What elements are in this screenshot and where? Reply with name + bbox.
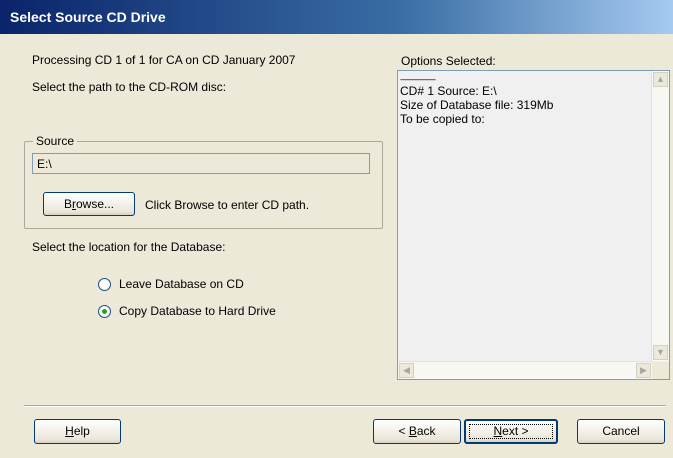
- options-line: Size of Database file: 319Mb: [400, 98, 554, 112]
- options-line: ---------------------: [400, 75, 436, 84]
- options-selected-label: Options Selected:: [401, 54, 496, 68]
- radio-selected-dot: [102, 309, 107, 314]
- copy-to-hard-drive-radio[interactable]: [98, 305, 111, 318]
- help-button[interactable]: Help: [34, 419, 121, 444]
- browse-label-part: owse...: [76, 197, 115, 211]
- horizontal-scrollbar[interactable]: ◀ ▶: [398, 361, 652, 379]
- source-path-field[interactable]: E:\: [32, 153, 370, 174]
- copy-to-hard-drive-label[interactable]: Copy Database to Hard Drive: [119, 304, 276, 318]
- database-prompt: Select the location for the Database:: [32, 240, 226, 254]
- title-bar: Select Source CD Drive: [0, 0, 673, 34]
- left-arrow-icon[interactable]: ◀: [399, 363, 414, 378]
- separator-line: [24, 405, 666, 407]
- window-title: Select Source CD Drive: [10, 9, 166, 25]
- help-mnemonic: H: [65, 424, 74, 438]
- leave-on-cd-radio[interactable]: [98, 278, 111, 291]
- leave-on-cd-label[interactable]: Leave Database on CD: [119, 277, 244, 291]
- source-group-label: Source: [33, 134, 78, 148]
- help-label: elp: [73, 424, 90, 438]
- options-selected-box[interactable]: --------------------- CD# 1 Source: E:\ …: [397, 70, 670, 380]
- cancel-button[interactable]: Cancel: [577, 419, 665, 444]
- options-line: CD# 1 Source: E:\: [400, 84, 497, 98]
- back-button[interactable]: < Back: [373, 419, 461, 444]
- options-content: --------------------- CD# 1 Source: E:\ …: [400, 75, 554, 127]
- back-mnemonic: B: [408, 424, 417, 438]
- focus-rectangle: [469, 424, 553, 439]
- vertical-scrollbar[interactable]: ▲ ▼: [651, 71, 669, 361]
- browse-button[interactable]: Browse...: [43, 192, 135, 216]
- up-arrow-icon[interactable]: ▲: [653, 72, 668, 87]
- path-prompt: Select the path to the CD-ROM disc:: [32, 80, 227, 94]
- back-label-part: <: [398, 424, 409, 438]
- next-button[interactable]: Next >: [464, 419, 558, 444]
- options-line: To be copied to:: [400, 112, 485, 126]
- browse-label-part: B: [63, 197, 72, 211]
- back-label-part: ack: [416, 424, 436, 438]
- right-arrow-icon[interactable]: ▶: [636, 363, 651, 378]
- down-arrow-icon[interactable]: ▼: [653, 345, 668, 360]
- scrollbar-corner: [652, 362, 669, 379]
- processing-text: Processing CD 1 of 1 for CA on CD Januar…: [32, 53, 296, 67]
- browse-hint: Click Browse to enter CD path.: [145, 198, 310, 212]
